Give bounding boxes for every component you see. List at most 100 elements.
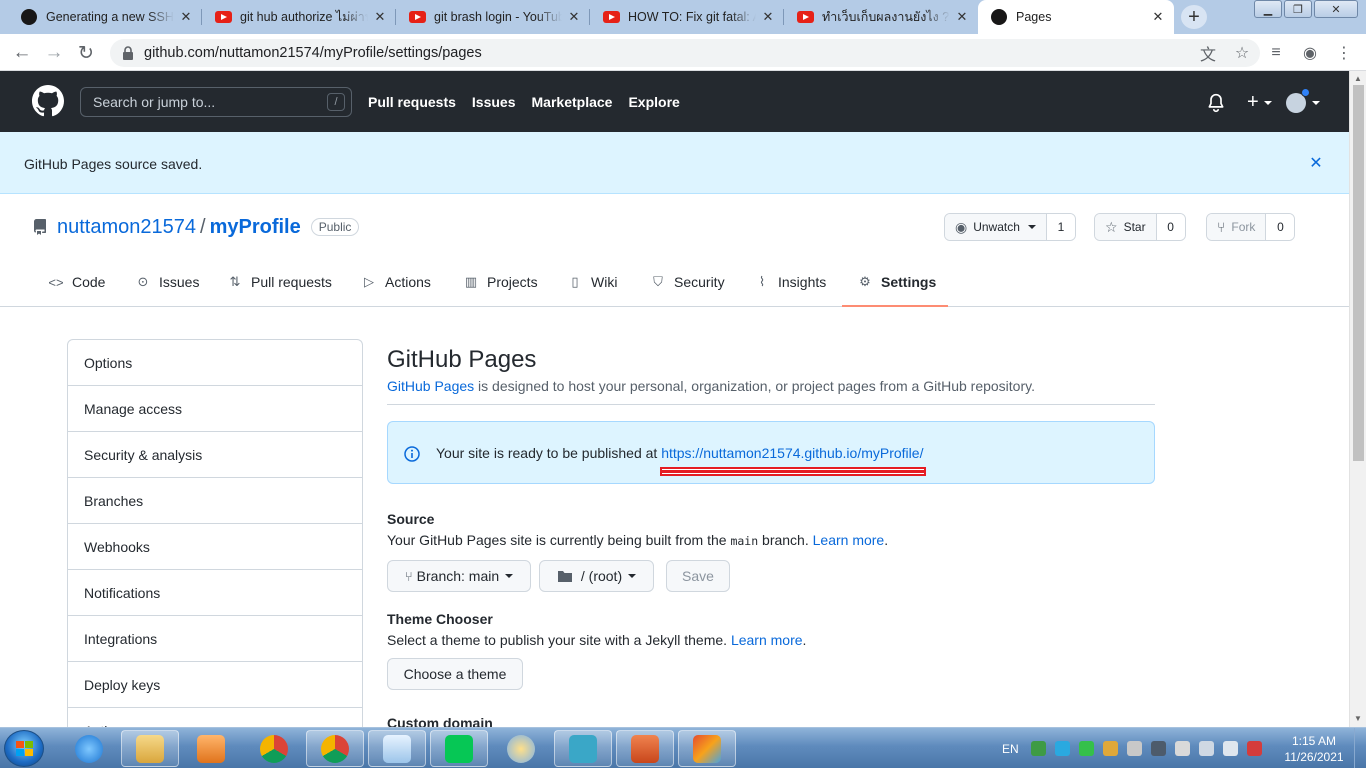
tab-code[interactable]: <> Code xyxy=(40,258,113,306)
folder-button-label: / (root) xyxy=(580,568,623,584)
notification-bell-icon[interactable] xyxy=(1207,93,1225,113)
tray-app-icon[interactable] xyxy=(1126,741,1142,756)
translate-icon[interactable]: 文 xyxy=(1198,43,1218,64)
browser-tab[interactable]: ทำเว็บเก็บผลงานยังไง ? ส ✕ xyxy=(784,0,978,34)
sidebar-item-integrations[interactable]: Integrations xyxy=(68,616,362,662)
browser-toolbar: ← → ↻ github.com/nuttamon21574/myProfile… xyxy=(0,34,1366,71)
learn-more-link[interactable]: Learn more xyxy=(731,632,803,648)
start-button[interactable] xyxy=(4,730,44,767)
star-count[interactable]: 0 xyxy=(1156,214,1185,240)
watch-count[interactable]: 1 xyxy=(1046,214,1075,240)
folder-select-button[interactable]: / (root) xyxy=(539,560,654,592)
powerpoint-taskbar-icon[interactable] xyxy=(616,730,674,767)
reload-icon[interactable]: ↻ xyxy=(75,42,97,64)
close-icon[interactable]: ✕ xyxy=(1308,155,1324,172)
network-signal-icon[interactable] xyxy=(1222,741,1238,756)
close-icon[interactable]: ✕ xyxy=(566,9,582,25)
menu-kebab-icon[interactable]: ⋮ xyxy=(1334,43,1354,63)
git-gui-taskbar-icon[interactable] xyxy=(678,730,736,767)
close-window-icon[interactable]: ✕ xyxy=(1314,0,1358,18)
show-desktop-button[interactable] xyxy=(1354,728,1366,768)
volume-icon[interactable] xyxy=(1198,741,1214,756)
scroll-up-icon[interactable]: ▲ xyxy=(1354,74,1362,83)
sidebar-item-options[interactable]: Options xyxy=(68,340,362,386)
close-icon[interactable]: ✕ xyxy=(372,9,388,25)
new-tab-button[interactable]: + xyxy=(1181,5,1207,29)
avatar[interactable] xyxy=(1285,87,1310,113)
close-icon[interactable]: ✕ xyxy=(954,9,970,25)
chrome-active-taskbar-icon[interactable] xyxy=(306,730,364,767)
tray-app-icon[interactable] xyxy=(1150,741,1166,756)
close-icon[interactable]: ✕ xyxy=(1150,9,1166,25)
reading-list-icon[interactable]: ≡ xyxy=(1266,43,1286,63)
sidebar-item-security-analysis[interactable]: Security & analysis xyxy=(68,432,362,478)
nav-explore[interactable]: Explore xyxy=(628,94,679,110)
nav-pull-requests[interactable]: Pull requests xyxy=(368,94,456,110)
tray-app-icon[interactable] xyxy=(1054,741,1070,756)
repo-name-link[interactable]: myProfile xyxy=(210,216,301,239)
tray-app-icon[interactable] xyxy=(1174,741,1190,756)
tray-app-icon[interactable] xyxy=(1102,741,1118,756)
paint-taskbar-icon[interactable] xyxy=(492,730,550,767)
nav-marketplace[interactable]: Marketplace xyxy=(532,94,613,110)
star-button[interactable]: ☆ Star xyxy=(1095,214,1157,240)
tab-projects[interactable]: ▥ Projects xyxy=(455,258,546,306)
site-url-link[interactable]: https://nuttamon21574.github.io/myProfil… xyxy=(661,445,923,461)
vector-app-taskbar-icon[interactable] xyxy=(554,730,612,767)
tab-actions[interactable]: ▷ Actions xyxy=(353,258,439,306)
github-logo-icon[interactable] xyxy=(32,85,64,117)
browser-tab[interactable]: git hub authorize ไม่ผ่าน ✕ xyxy=(202,0,396,34)
browser-tab[interactable]: HOW TO: Fix git fatal: Au ✕ xyxy=(590,0,784,34)
close-icon[interactable]: ✕ xyxy=(178,9,194,25)
page-scrollbar[interactable]: ▲ ▼ xyxy=(1349,71,1366,727)
tab-pull-requests[interactable]: ⇅ Pull requests xyxy=(219,258,340,306)
tab-issues[interactable]: ⊙ Issues xyxy=(127,258,207,306)
restore-icon[interactable]: ❐ xyxy=(1284,0,1312,18)
github-pages-link[interactable]: GitHub Pages xyxy=(387,378,474,394)
tab-security[interactable]: ⛉ Security xyxy=(642,258,733,306)
file-explorer-taskbar-icon[interactable] xyxy=(121,730,179,767)
sidebar-item-deploy-keys[interactable]: Deploy keys xyxy=(68,662,362,708)
tab-wiki[interactable]: ▯ Wiki xyxy=(559,258,625,306)
tab-settings[interactable]: ⚙ Settings xyxy=(842,258,948,307)
chevron-down-icon[interactable] xyxy=(1311,100,1320,105)
bookmark-star-icon[interactable]: ☆ xyxy=(1232,43,1252,63)
address-bar[interactable]: github.com/nuttamon21574/myProfile/setti… xyxy=(110,39,1260,67)
chrome-taskbar-icon[interactable] xyxy=(245,730,303,767)
save-button[interactable]: Save xyxy=(666,560,730,592)
browser-tab-active[interactable]: Pages ✕ xyxy=(978,0,1174,34)
sidebar-item-notifications[interactable]: Notifications xyxy=(68,570,362,616)
repo-owner-link[interactable]: nuttamon21574 xyxy=(57,216,196,239)
profile-avatar-icon[interactable]: ◉ xyxy=(1300,43,1320,63)
tab-insights[interactable]: ⌇ Insights xyxy=(746,258,834,306)
sidebar-item-manage-access[interactable]: Manage access xyxy=(68,386,362,432)
browser-tab[interactable]: git brash login - YouTube ✕ xyxy=(396,0,590,34)
scrollbar-thumb[interactable] xyxy=(1353,85,1364,461)
nav-issues[interactable]: Issues xyxy=(472,94,516,110)
sidebar-item-webhooks[interactable]: Webhooks xyxy=(68,524,362,570)
sidebar-item-branches[interactable]: Branches xyxy=(68,478,362,524)
back-icon[interactable]: ← xyxy=(11,42,33,64)
unwatch-button[interactable]: ◉ Unwatch xyxy=(945,214,1047,240)
language-indicator[interactable]: EN xyxy=(1002,742,1019,756)
search-input[interactable]: Search or jump to... / xyxy=(80,87,352,117)
system-clock[interactable]: 1:15 AM 11/26/2021 xyxy=(1282,733,1346,765)
close-icon[interactable]: ✕ xyxy=(760,9,776,25)
forward-icon[interactable]: → xyxy=(43,42,65,64)
create-new-dropdown[interactable]: + xyxy=(1247,91,1272,114)
browser-tab[interactable]: Generating a new SSH key ✕ xyxy=(8,0,202,34)
network-error-icon[interactable] xyxy=(1246,741,1262,756)
line-taskbar-icon[interactable] xyxy=(430,730,488,767)
media-player-taskbar-icon[interactable] xyxy=(182,730,240,767)
tray-chat-icon[interactable] xyxy=(1078,741,1094,756)
scroll-down-icon[interactable]: ▼ xyxy=(1354,714,1362,723)
learn-more-link[interactable]: Learn more xyxy=(813,532,885,548)
fork-count[interactable]: 0 xyxy=(1266,214,1295,240)
minimize-icon[interactable]: ▁ xyxy=(1254,0,1282,18)
choose-theme-button[interactable]: Choose a theme xyxy=(387,658,523,690)
internet-explorer-taskbar-icon[interactable] xyxy=(60,730,118,767)
branch-select-button[interactable]: ⑂ Branch: main xyxy=(387,560,531,592)
notepad-taskbar-icon[interactable] xyxy=(368,730,426,767)
fork-button[interactable]: ⑂ Fork xyxy=(1207,214,1267,240)
tray-app-icon[interactable] xyxy=(1030,741,1046,756)
